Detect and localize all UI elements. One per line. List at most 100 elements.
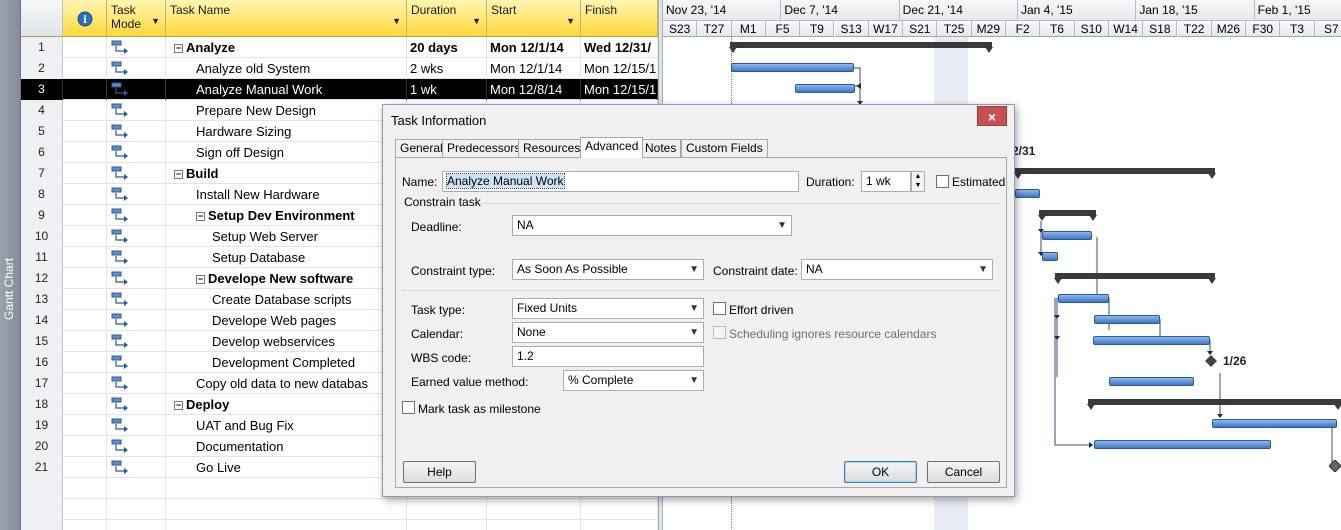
summary-bar[interactable] [1038, 210, 1097, 221]
task-mode-cell[interactable] [107, 289, 166, 310]
task-name-cell[interactable]: Copy old data to new databas [166, 373, 407, 394]
row-id[interactable]: 3 [21, 79, 63, 100]
row-id[interactable]: 2 [21, 58, 63, 79]
ok-button[interactable]: OK [844, 461, 917, 483]
summary-bar[interactable] [1054, 273, 1216, 284]
task-name-cell[interactable]: Sign off Design [166, 142, 407, 163]
task-bar[interactable] [1094, 315, 1160, 324]
empty-row[interactable] [21, 499, 658, 520]
task-name-cell[interactable]: − Deploy [166, 394, 407, 415]
task-name-cell[interactable]: Go Live [166, 457, 407, 478]
row-id[interactable] [21, 499, 63, 520]
task-mode-cell[interactable] [107, 142, 166, 163]
task-name-cell[interactable]: Documentation [166, 436, 407, 457]
task-mode-cell[interactable] [107, 373, 166, 394]
row-id[interactable]: 16 [21, 352, 63, 373]
row-id[interactable]: 14 [21, 310, 63, 331]
chevron-down-icon[interactable]: ▼ [566, 14, 575, 28]
milestone-diamond[interactable] [1329, 460, 1341, 472]
task-mode-column-header[interactable]: Task Mode ▼ [107, 0, 166, 37]
tab-notes[interactable]: Notes [640, 139, 682, 157]
scheduling-ignores-checkbox[interactable] [713, 326, 726, 339]
row-id[interactable]: 9 [21, 205, 63, 226]
task-name-cell[interactable]: Create Database scripts [166, 289, 407, 310]
cancel-button[interactable]: Cancel [927, 461, 1000, 483]
task-name-cell[interactable]: Develope Web pages [166, 310, 407, 331]
task-mode-cell[interactable] [107, 352, 166, 373]
tab-resources[interactable]: Resources [518, 139, 586, 157]
task-type-select[interactable]: Fixed Units ▼ [512, 298, 704, 319]
collapse-icon[interactable]: − [174, 44, 183, 53]
task-mode-cell[interactable] [107, 226, 166, 247]
task-mode-cell[interactable] [107, 394, 166, 415]
constraint-date-select[interactable]: NA ▼ [801, 259, 993, 280]
wbs-code-field[interactable]: 1.2 [512, 346, 704, 367]
task-name-cell[interactable]: Setup Database [166, 247, 407, 268]
task-mode-cell[interactable] [107, 79, 166, 100]
summary-bar[interactable] [1014, 168, 1216, 179]
row-id[interactable]: 12 [21, 268, 63, 289]
task-name-cell[interactable]: Prepare New Design [166, 100, 407, 121]
duration-spinner[interactable]: ▲ ▼ [911, 171, 925, 192]
select-all-corner[interactable] [21, 0, 63, 37]
collapse-icon[interactable]: − [196, 212, 205, 221]
task-bar[interactable] [1094, 440, 1271, 449]
start-column-header[interactable]: Start ▼ [487, 0, 581, 37]
start-cell[interactable]: Mon 12/1/14 [487, 37, 581, 58]
task-mode-cell[interactable] [107, 310, 166, 331]
summary-bar[interactable] [1087, 399, 1341, 410]
task-mode-cell[interactable] [107, 205, 166, 226]
duration-cell[interactable]: 2 wks [407, 58, 487, 79]
row-id[interactable]: 7 [21, 163, 63, 184]
task-mode-cell[interactable] [107, 121, 166, 142]
row-id[interactable]: 4 [21, 100, 63, 121]
task-bar[interactable] [1058, 294, 1109, 303]
tab-custom-fields[interactable]: Custom Fields [681, 139, 768, 157]
duration-field[interactable]: 1 wk [861, 171, 911, 192]
task-name-cell[interactable]: Development Completed [166, 352, 407, 373]
row-id[interactable]: 21 [21, 457, 63, 478]
duration-column-header[interactable]: Duration ▼ [407, 0, 487, 37]
estimated-checkbox[interactable] [936, 175, 949, 188]
task-mode-cell[interactable] [107, 457, 166, 478]
row-id[interactable]: 19 [21, 415, 63, 436]
task-mode-cell[interactable] [107, 247, 166, 268]
task-mode-cell[interactable] [107, 268, 166, 289]
row-id[interactable]: 5 [21, 121, 63, 142]
task-mode-cell[interactable] [107, 163, 166, 184]
table-row[interactable]: 3 Analyze Manual Work 1 wk Mon 12/8/14 Mon 1… [21, 79, 658, 100]
task-mode-cell[interactable] [107, 37, 166, 58]
task-bar[interactable] [1212, 419, 1337, 428]
row-id[interactable] [21, 520, 63, 530]
task-mode-cell[interactable] [107, 100, 166, 121]
task-mode-cell[interactable] [107, 331, 166, 352]
task-name-cell[interactable]: Analyze old System [166, 58, 407, 79]
row-id[interactable]: 1 [21, 37, 63, 58]
task-mode-cell[interactable] [107, 436, 166, 457]
calendar-select[interactable]: None ▼ [512, 322, 704, 343]
tab-predecessors[interactable]: Predecessors [442, 139, 526, 157]
row-id[interactable]: 20 [21, 436, 63, 457]
task-name-cell[interactable]: UAT and Bug Fix [166, 415, 407, 436]
duration-cell[interactable]: 20 days [407, 37, 487, 58]
task-name-cell[interactable]: Install New Hardware [166, 184, 407, 205]
task-name-cell[interactable]: − Build [166, 163, 407, 184]
chevron-down-icon[interactable]: ▼ [151, 14, 160, 28]
row-id[interactable]: 18 [21, 394, 63, 415]
task-bar[interactable] [1042, 252, 1058, 261]
row-id[interactable]: 17 [21, 373, 63, 394]
task-name-cell[interactable]: Hardware Sizing [166, 121, 407, 142]
task-bar[interactable] [1109, 377, 1194, 386]
row-id[interactable]: 10 [21, 226, 63, 247]
finish-column-header[interactable]: Finish [581, 0, 658, 37]
milestone-checkbox[interactable] [402, 401, 415, 414]
effort-driven-checkbox[interactable] [713, 302, 726, 315]
finish-cell[interactable]: Mon 12/15/1 [581, 79, 658, 100]
duration-cell[interactable]: 1 wk [407, 79, 487, 100]
table-row[interactable]: 1− Analyze 20 days Mon 12/1/14 Wed 12/31/ [21, 37, 658, 58]
task-bar[interactable] [731, 63, 854, 72]
earned-value-select[interactable]: % Complete ▼ [563, 370, 704, 391]
summary-bar[interactable] [729, 42, 993, 53]
task-name-cell[interactable]: − Develope New software [166, 268, 407, 289]
task-name-column-header[interactable]: Task Name ▼ [166, 0, 407, 37]
